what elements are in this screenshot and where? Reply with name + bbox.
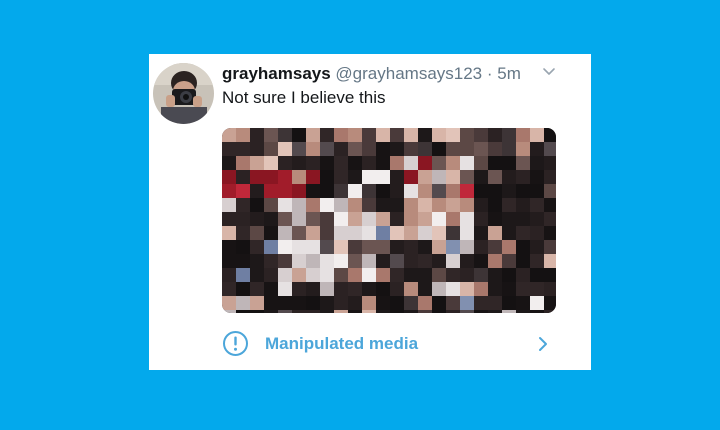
display-name[interactable]: grayhamsays	[222, 64, 331, 83]
pixelated-image	[222, 128, 556, 313]
user-handle[interactable]: @grayhamsays123	[335, 64, 482, 83]
tweet-header: grayhamsays @grayhamsays123 · 5m	[222, 64, 521, 84]
manipulated-media-notice[interactable]: Manipulated media	[222, 330, 556, 358]
tweet-media[interactable]	[222, 128, 556, 313]
tweet-card[interactable]: grayhamsays @grayhamsays123 · 5m Not sur…	[149, 54, 591, 370]
notice-label: Manipulated media	[265, 334, 419, 353]
chevron-down-icon[interactable]	[542, 67, 556, 77]
chevron-right-icon[interactable]	[537, 335, 549, 353]
tweet-text: Not sure I believe this	[222, 88, 386, 107]
separator-dot: ·	[486, 64, 493, 83]
avatar-photo	[153, 63, 214, 124]
timestamp[interactable]: 5m	[497, 64, 521, 83]
avatar[interactable]	[153, 63, 214, 124]
info-icon	[223, 331, 248, 356]
